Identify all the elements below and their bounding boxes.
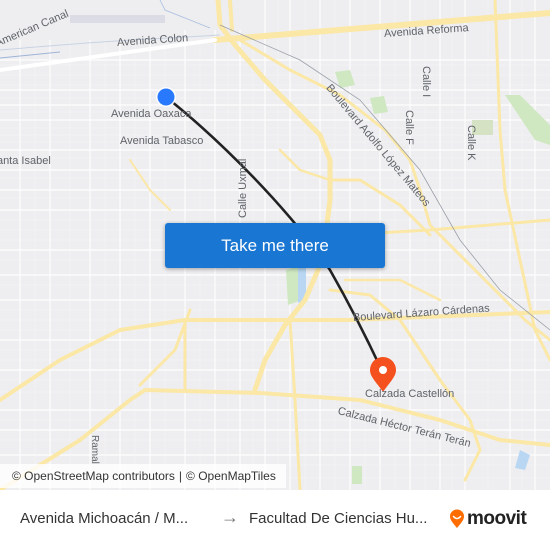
attribution-separator: | <box>178 469 183 483</box>
origin-stop-name: Avenida Michoacán / M... <box>20 510 189 527</box>
take-me-there-button[interactable]: Take me there <box>165 223 385 268</box>
street-label: Avenida Santa Isabel <box>0 155 51 167</box>
destination-name: Facultad De Ciencias Hu... <box>249 510 428 527</box>
street-label: Avenida Tabasco <box>120 135 204 147</box>
street-label: Calle Uxmal <box>237 158 249 218</box>
street-label: Calle K <box>465 125 477 161</box>
moovit-pin-icon <box>450 509 464 528</box>
street-label: Avenida Oaxaca <box>111 108 192 120</box>
street-label: Calzada Castellón <box>365 388 455 400</box>
street-label: Calle F <box>403 110 415 145</box>
street-label: Ramal <box>89 435 100 464</box>
origin-marker <box>157 88 175 106</box>
arrow-right-icon: → <box>221 507 239 527</box>
moovit-logo[interactable]: moovit <box>449 508 527 530</box>
map-attribution: © OpenStreetMap contributors | © OpenMap… <box>0 464 286 488</box>
map-view[interactable]: American Canal Avenida Colon Avenida Ref… <box>0 0 550 490</box>
openmaptiles-attribution-link[interactable]: © OpenMapTiles <box>186 469 276 483</box>
moovit-wordmark: moovit <box>467 508 527 529</box>
rail-yard <box>70 15 165 23</box>
osm-attribution-link[interactable]: © OpenStreetMap contributors <box>12 469 175 483</box>
street-label: Calle I <box>420 66 432 98</box>
destination-marker <box>370 357 396 392</box>
route-footer: Avenida Michoacán / M... → Facultad De C… <box>0 490 550 550</box>
railway <box>219 24 550 331</box>
